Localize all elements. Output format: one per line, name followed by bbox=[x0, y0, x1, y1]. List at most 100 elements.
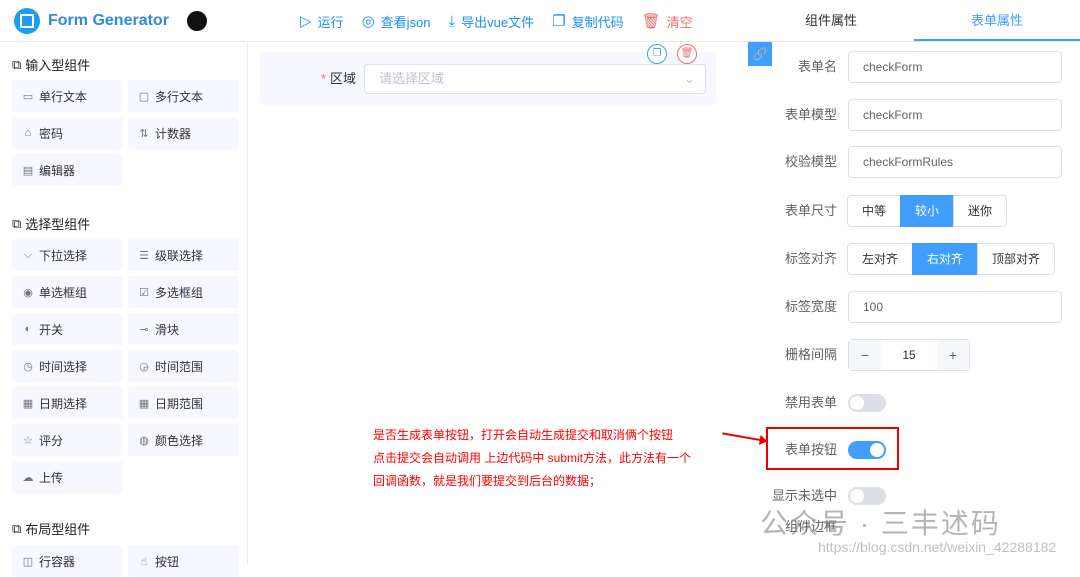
puzzle-icon: ⧉ bbox=[12, 520, 22, 536]
size-small[interactable]: 较小 bbox=[900, 195, 955, 227]
component-item[interactable]: ▢ 多行文本 bbox=[128, 80, 239, 112]
component-icon: ⇅ bbox=[139, 127, 149, 140]
download-icon: ⤓ bbox=[448, 12, 456, 30]
label-align-label: 标签对齐 bbox=[784, 251, 837, 266]
label-width-input[interactable]: 100 bbox=[848, 291, 1062, 323]
rules-model-label: 校验模型 bbox=[784, 154, 837, 169]
component-item[interactable]: ⌵ 下拉选择 bbox=[12, 239, 123, 271]
region-select[interactable]: 请选择区域 ⌄ bbox=[364, 64, 706, 94]
form-name-input[interactable]: checkForm bbox=[848, 51, 1062, 83]
component-item[interactable]: ▦ 日期选择 bbox=[12, 387, 123, 419]
tab-component-props[interactable]: 组件属性 bbox=[748, 0, 914, 41]
trash-icon: 🗑 bbox=[641, 13, 661, 30]
component-item[interactable]: ◶ 时间范围 bbox=[128, 350, 239, 382]
section-title: ⧉ 输入型组件 bbox=[12, 56, 91, 74]
component-icon: ⊸ bbox=[139, 323, 149, 336]
clear-button[interactable]: 🗑 清空 bbox=[642, 12, 693, 31]
component-icon: ⌂ bbox=[24, 127, 32, 139]
component-item[interactable]: ⊸ 滑块 bbox=[128, 313, 239, 345]
disabled-toggle[interactable] bbox=[848, 394, 886, 412]
component-item[interactable]: ⌂ 密码 bbox=[12, 117, 123, 149]
component-panel: ⧉ 输入型组件 ▭ 单行文本 ▢ 多行文本 ⌂ 密码 ⇅ 计数器 ▤ 编辑器 ⧉ 选择型组件 ⌵ 下拉选… bbox=[0, 42, 248, 577]
align-top[interactable]: 顶部对齐 bbox=[977, 243, 1056, 275]
component-icon: ☑ bbox=[139, 286, 149, 299]
watermark-url: https://blog.csdn.net/weixin_42288182 bbox=[818, 539, 1057, 555]
component-icon: ☁ bbox=[22, 471, 34, 484]
copy-field-button[interactable]: ❐ bbox=[647, 44, 667, 64]
highlight-box bbox=[766, 427, 899, 470]
form-logo-icon bbox=[14, 7, 40, 34]
component-icon: ⌵ bbox=[23, 248, 33, 261]
label-width-label: 标签宽度 bbox=[784, 299, 837, 314]
decrease-button[interactable]: − bbox=[849, 340, 881, 370]
label-align-group: 左对齐 右对齐 顶部对齐 bbox=[847, 243, 1056, 275]
app-title: Form Generator bbox=[48, 11, 169, 29]
component-item[interactable]: ☁ 上传 bbox=[12, 461, 123, 493]
chevron-down-icon: ⌄ bbox=[684, 71, 695, 86]
export-vue-button[interactable]: ⤓ 导出vue文件 bbox=[449, 12, 535, 31]
tab-form-props[interactable]: 表单属性 bbox=[914, 0, 1080, 41]
component-icon: ◉ bbox=[23, 286, 33, 299]
puzzle-icon: ⧉ bbox=[12, 215, 22, 231]
size-mini[interactable]: 迷你 bbox=[953, 195, 1008, 227]
component-item[interactable]: ◍ 颜色选择 bbox=[128, 424, 239, 456]
component-item[interactable]: ◉ 单选框组 bbox=[12, 276, 123, 308]
play-icon: ▷ bbox=[300, 13, 312, 30]
field-label: 区域 bbox=[329, 71, 356, 86]
gutter-stepper: −15 + bbox=[848, 339, 970, 371]
align-right[interactable]: 右对齐 bbox=[912, 243, 979, 275]
component-icon: ▤ bbox=[22, 164, 34, 177]
component-icon: ◶ bbox=[139, 360, 149, 373]
view-json-button[interactable]: ◎ 查看json bbox=[362, 12, 431, 31]
run-button[interactable]: ▷ 运行 bbox=[300, 12, 344, 31]
component-icon: ◷ bbox=[23, 360, 33, 373]
component-item[interactable]: ◐ 开关 bbox=[12, 313, 123, 345]
form-name-label: 表单名 bbox=[797, 59, 837, 74]
component-item[interactable]: ◫ 行容器 bbox=[12, 545, 123, 577]
puzzle-icon: ⧉ bbox=[12, 56, 22, 72]
component-item[interactable]: ☝ 按钮 bbox=[128, 545, 239, 577]
form-size-group: 中等 较小 迷你 bbox=[847, 195, 1008, 227]
component-icon: ▦ bbox=[138, 397, 150, 410]
component-item[interactable]: ◷ 时间选择 bbox=[12, 350, 123, 382]
size-medium[interactable]: 中等 bbox=[847, 195, 902, 227]
component-icon: ☰ bbox=[139, 249, 149, 262]
watermark: 公众号 · 三丰述码 bbox=[760, 508, 1001, 539]
increase-button[interactable]: + bbox=[937, 340, 969, 370]
component-item[interactable]: ☆ 评分 bbox=[12, 424, 123, 456]
component-item[interactable]: ⇅ 计数器 bbox=[128, 117, 239, 149]
component-item[interactable]: ▭ 单行文本 bbox=[12, 80, 123, 112]
section-title: ⧉ 选择型组件 bbox=[12, 215, 91, 233]
component-icon: ▢ bbox=[138, 90, 150, 103]
delete-field-button[interactable]: 🗑 bbox=[677, 44, 697, 64]
form-size-label: 表单尺寸 bbox=[784, 203, 837, 218]
component-item[interactable]: ▦ 日期范围 bbox=[128, 387, 239, 419]
rules-model-input[interactable]: checkFormRules bbox=[848, 146, 1062, 178]
align-left[interactable]: 左对齐 bbox=[847, 243, 914, 275]
copy-icon: ❐ bbox=[552, 13, 566, 30]
component-item[interactable]: ▤ 编辑器 bbox=[12, 154, 123, 186]
gutter-label: 栅格间隔 bbox=[784, 347, 837, 362]
component-icon: ☝ bbox=[140, 555, 148, 568]
component-icon: ◫ bbox=[22, 555, 34, 568]
eye-icon: ◎ bbox=[361, 13, 375, 30]
form-model-input[interactable]: checkForm bbox=[848, 99, 1062, 131]
annotation-note: 是否生成表单按钮，打开会自动生成提交和取消俩个按钮 点击提交会自动调用 上边代码中… bbox=[373, 428, 692, 488]
component-item[interactable]: ☑ 多选框组 bbox=[128, 276, 239, 308]
component-item[interactable]: ☰ 级联选择 bbox=[128, 239, 239, 271]
github-icon[interactable] bbox=[186, 10, 207, 31]
required-mark: * bbox=[320, 71, 326, 86]
component-icon: ◍ bbox=[139, 434, 149, 447]
section-title: ⧉ 布局型组件 bbox=[12, 520, 91, 538]
component-icon: ☆ bbox=[23, 434, 33, 447]
component-icon: ◐ bbox=[24, 323, 32, 335]
logo: Form Generator bbox=[14, 7, 207, 34]
form-model-label: 表单模型 bbox=[784, 107, 837, 122]
form-field-region[interactable]: * 区域 请选择区域 ⌄ ❐ 🗑 bbox=[260, 44, 716, 105]
copy-code-button[interactable]: ❐ 复制代码 bbox=[552, 12, 623, 31]
property-panel: 组件属性 表单属性 🔗 表单名 checkForm 表单模型 checkForm 校… bbox=[748, 0, 1080, 565]
component-icon: ▭ bbox=[22, 90, 34, 103]
gutter-value[interactable]: 15 bbox=[881, 340, 937, 370]
component-icon: ▦ bbox=[22, 397, 34, 410]
disabled-label: 禁用表单 bbox=[784, 395, 837, 410]
